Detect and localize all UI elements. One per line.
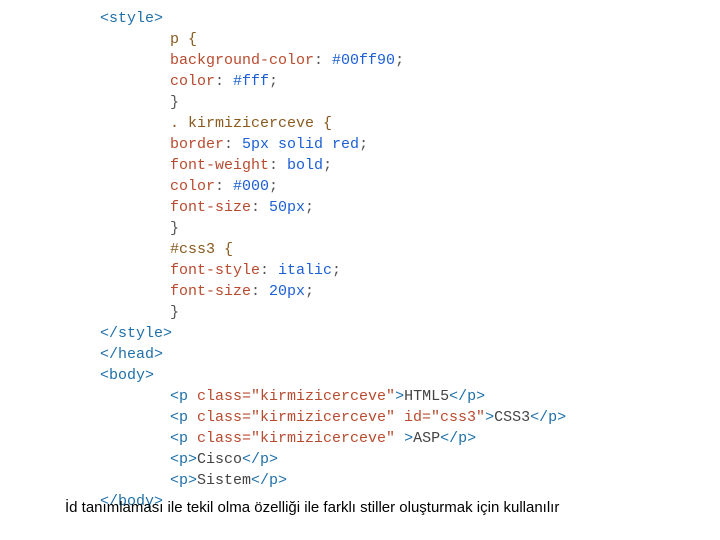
css-colon: : <box>269 157 287 174</box>
css-prop: font-style <box>170 262 260 279</box>
p-text: CSS3 <box>494 409 530 426</box>
css-colon: : <box>314 52 332 69</box>
p-mid: > <box>485 409 494 426</box>
css-colon: : <box>215 178 233 195</box>
css-colon: : <box>215 73 233 90</box>
css-semi: ; <box>323 157 332 174</box>
p-mid: > <box>404 430 413 447</box>
css-val: #00ff90 <box>332 52 395 69</box>
css-colon: : <box>251 283 269 300</box>
caption-text: İd tanımlaması ile tekil olma özelliği i… <box>65 497 665 518</box>
css-val: 20px <box>269 283 305 300</box>
css-val: #fff <box>233 73 269 90</box>
p-text: Sistem <box>197 472 251 489</box>
selector-class: . kirmizicerceve { <box>170 115 332 132</box>
css-val: italic <box>278 262 332 279</box>
css-semi: ; <box>359 136 368 153</box>
p-close: </p> <box>530 409 566 426</box>
tag-head-close: </head> <box>100 346 163 363</box>
css-semi: ; <box>332 262 341 279</box>
css-semi: ; <box>395 52 404 69</box>
css-val: 5px solid red <box>242 136 359 153</box>
css-colon: : <box>224 136 242 153</box>
css-semi: ; <box>269 178 278 195</box>
css-prop: background-color <box>170 52 314 69</box>
css-close: } <box>170 94 179 111</box>
p-close: </p> <box>251 472 287 489</box>
css-close: } <box>170 220 179 237</box>
tag-body-open: <body> <box>100 367 154 384</box>
code-listing: <style> p { background-color: #00ff90; c… <box>0 0 720 512</box>
css-prop: border <box>170 136 224 153</box>
css-val: 50px <box>269 199 305 216</box>
p-text: Cisco <box>197 451 242 468</box>
p-open: <p <box>170 388 197 405</box>
selector-p: p { <box>170 31 197 48</box>
p-close: </p> <box>449 388 485 405</box>
css-semi: ; <box>269 73 278 90</box>
css-prop: font-weight <box>170 157 269 174</box>
css-prop: font-size <box>170 199 251 216</box>
p-open: <p> <box>170 472 197 489</box>
css-val: #000 <box>233 178 269 195</box>
p-mid: > <box>395 388 404 405</box>
css-semi: ; <box>305 283 314 300</box>
css-prop: color <box>170 178 215 195</box>
tag-style-close: </style> <box>100 325 172 342</box>
p-open: <p> <box>170 451 197 468</box>
p-open: <p <box>170 409 197 426</box>
p-attr: class="kirmizicerceve" <box>197 430 404 447</box>
tag-style-open: <style> <box>100 10 163 27</box>
p-open: <p <box>170 430 197 447</box>
css-colon: : <box>260 262 278 279</box>
css-prop: font-size <box>170 283 251 300</box>
p-text: HTML5 <box>404 388 449 405</box>
p-close: </p> <box>242 451 278 468</box>
css-prop: color <box>170 73 215 90</box>
p-text: ASP <box>413 430 440 447</box>
p-close: </p> <box>440 430 476 447</box>
p-attr: class="kirmizicerceve" id="css3" <box>197 409 485 426</box>
css-colon: : <box>251 199 269 216</box>
css-semi: ; <box>305 199 314 216</box>
selector-id: #css3 { <box>170 241 233 258</box>
css-close: } <box>170 304 179 321</box>
css-val: bold <box>287 157 323 174</box>
p-attr: class="kirmizicerceve" <box>197 388 395 405</box>
